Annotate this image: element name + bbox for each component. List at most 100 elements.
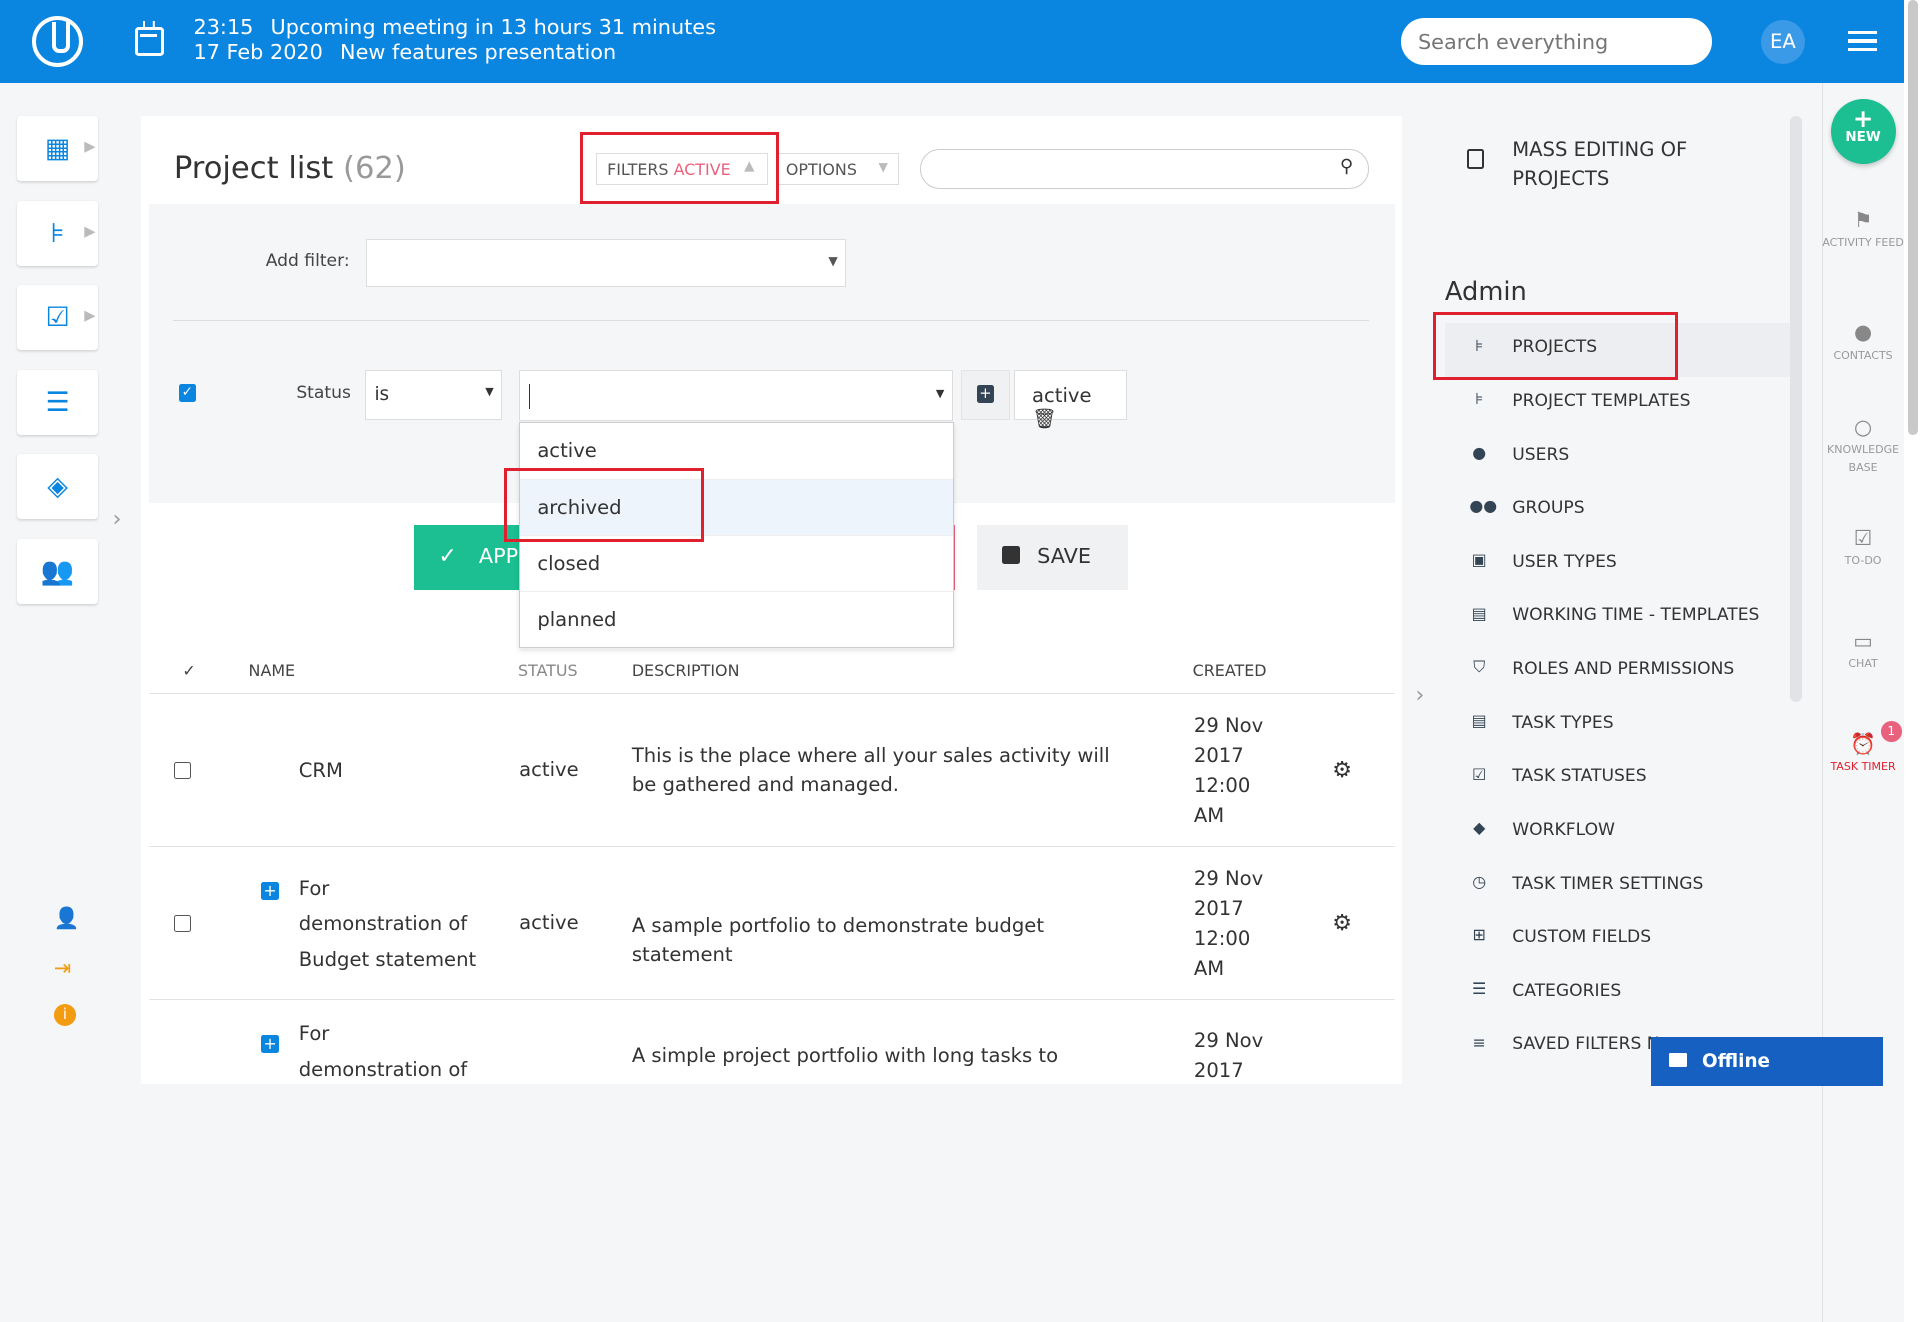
row-checkbox[interactable] bbox=[173, 761, 191, 779]
left-sidebar: ▦ ▶ ⊧ ▶ ☑ ▶ ☰ ◈ 👥 bbox=[17, 116, 100, 623]
project-status: active bbox=[519, 911, 579, 934]
selected-value-tag[interactable]: active 🗑 bbox=[1013, 369, 1127, 430]
status-filter-label: Status bbox=[296, 383, 351, 404]
column-name[interactable]: NAME bbox=[249, 661, 296, 680]
calendar-icon[interactable] bbox=[134, 21, 165, 57]
status-filter-checkbox[interactable]: ✓ bbox=[178, 384, 196, 402]
add-filter-select[interactable]: ▼ bbox=[366, 238, 847, 287]
activity-feed-button[interactable]: ⚑ ACTIVITY FEED bbox=[1822, 209, 1904, 253]
highlight-box-filters bbox=[580, 132, 779, 205]
project-list-card: Project list (62) FILTERS ACTIVE ▲ OPTION… bbox=[140, 116, 1403, 1086]
admin-item-custom-fields[interactable]: ⊞ CUSTOM FIELDS bbox=[1445, 913, 1790, 967]
project-created: 29 Nov 2017 12:00 AM bbox=[1193, 867, 1264, 981]
new-button[interactable]: + NEW bbox=[1830, 99, 1896, 165]
admin-item-workflow[interactable]: ◆ WORKFLOW bbox=[1445, 806, 1790, 860]
expand-icon[interactable]: + bbox=[260, 881, 280, 900]
column-created[interactable]: CREATED bbox=[1193, 661, 1267, 680]
envelope-icon bbox=[1668, 1053, 1688, 1067]
global-search-input[interactable] bbox=[1400, 18, 1712, 65]
admin-menu: ⊧ PROJECTS ⊧ PROJECT TEMPLATES ● USERS ●● GR… bbox=[1444, 323, 1791, 1074]
todo-button[interactable]: ☑ TO-DO bbox=[1822, 525, 1904, 571]
admin-item-task-timer[interactable]: ◷ TASK TIMER SETTINGS bbox=[1445, 860, 1790, 914]
avatar[interactable]: EA bbox=[1760, 19, 1805, 64]
quick-actions-bar bbox=[1822, 83, 1905, 1322]
copy-icon bbox=[1466, 149, 1485, 169]
list-search-input[interactable]: ⚲ bbox=[919, 149, 1369, 189]
options-button[interactable]: OPTIONS ▼ bbox=[776, 153, 899, 185]
expand-icon[interactable]: + bbox=[260, 1034, 280, 1054]
row-checkbox[interactable] bbox=[173, 914, 191, 932]
lightbulb-icon: ○ bbox=[1853, 414, 1873, 439]
dropbox-icon: ◈ bbox=[47, 471, 68, 503]
expand-sidebar-icon[interactable]: › bbox=[113, 507, 122, 532]
add-value-button[interactable]: + bbox=[961, 369, 1011, 420]
admin-item-roles[interactable]: ⛉ ROLES AND PERMISSIONS bbox=[1445, 645, 1790, 699]
menu-icon[interactable] bbox=[1847, 30, 1878, 53]
column-status[interactable]: STATUS bbox=[518, 661, 578, 680]
table-row[interactable]: CRM active This is the place where all y… bbox=[149, 694, 1395, 848]
add-filter-label: Add filter: bbox=[265, 250, 350, 271]
select-all-check[interactable]: ✓ bbox=[182, 661, 195, 680]
filter-icon: ≡ bbox=[1472, 1032, 1486, 1052]
sidebar-item-list[interactable]: ☰ bbox=[17, 369, 98, 435]
caret-down-icon: ▼ bbox=[935, 386, 945, 400]
users-icon: ●● bbox=[1469, 496, 1498, 516]
status-value-select[interactable]: ▼ bbox=[519, 369, 953, 422]
project-created: 29 Nov 2017 bbox=[1193, 1029, 1264, 1083]
chevron-right-icon: ▶ bbox=[84, 307, 96, 325]
table-row[interactable]: + For demonstration of Budget statement … bbox=[149, 847, 1395, 1001]
project-name[interactable]: CRM bbox=[299, 753, 483, 789]
dropdown-option-planned[interactable]: planned bbox=[520, 592, 953, 649]
upcoming-meeting[interactable]: 23:15 Upcoming meeting in 13 hours 31 min… bbox=[193, 15, 715, 66]
sidebar-item-dashboard[interactable]: ▦ ▶ bbox=[17, 116, 98, 182]
admin-item-groups[interactable]: ●● GROUPS bbox=[1445, 484, 1790, 538]
add-user-icon[interactable]: 👤 bbox=[54, 906, 80, 931]
knowledge-base-button[interactable]: ○ KNOWLEDGE BASE bbox=[1822, 414, 1904, 478]
admin-item-task-types[interactable]: ▤ TASK TYPES bbox=[1445, 699, 1790, 753]
contacts-button[interactable]: ● CONTACTS bbox=[1822, 322, 1904, 365]
column-description[interactable]: DESCRIPTION bbox=[632, 661, 740, 680]
top-bar: 23:15 Upcoming meeting in 13 hours 31 min… bbox=[0, 0, 1920, 84]
timer-badge: 1 bbox=[1880, 721, 1902, 743]
calendar-icon: ▤ bbox=[1471, 603, 1487, 623]
save-button[interactable]: SAVE bbox=[977, 525, 1128, 591]
chat-button[interactable]: ▭ CHAT bbox=[1822, 630, 1904, 674]
clipboard-check-icon: ☑ bbox=[45, 302, 70, 334]
gear-icon[interactable]: ⚙ bbox=[1332, 911, 1352, 936]
logo-icon[interactable] bbox=[31, 15, 84, 68]
project-created: 29 Nov 2017 12:00 AM bbox=[1193, 714, 1264, 828]
sidebar-item-projects[interactable]: ⊧ ▶ bbox=[17, 200, 98, 266]
admin-item-categories[interactable]: ☰ CATEGORIES bbox=[1445, 967, 1790, 1021]
sidebar-item-users[interactable]: 👥 bbox=[17, 538, 98, 604]
info-icon[interactable]: i bbox=[53, 1004, 76, 1027]
dropdown-option-closed[interactable]: closed bbox=[520, 536, 953, 593]
collapse-panel-icon[interactable]: › bbox=[1416, 683, 1425, 708]
admin-item-task-statuses[interactable]: ☑ TASK STATUSES bbox=[1445, 752, 1790, 806]
gear-icon[interactable]: ⚙ bbox=[1332, 758, 1352, 783]
check-icon: ✓ bbox=[438, 543, 457, 569]
sidebar-item-tasks[interactable]: ☑ ▶ bbox=[17, 285, 98, 351]
admin-item-users[interactable]: ● USERS bbox=[1445, 431, 1790, 485]
offline-chat-button[interactable]: Offline bbox=[1650, 1037, 1884, 1087]
admin-item-working-time[interactable]: ▤ WORKING TIME - TEMPLATES bbox=[1445, 591, 1790, 645]
project-name[interactable]: For demonstration of Budget statement bbox=[299, 871, 477, 978]
search-icon[interactable]: ⚲ bbox=[1340, 156, 1353, 177]
project-name[interactable]: For demonstration of bbox=[299, 1016, 477, 1086]
sidebar-item-dropbox[interactable]: ◈ bbox=[17, 454, 98, 520]
trash-icon[interactable]: 🗑 bbox=[1032, 407, 1057, 430]
admin-item-user-types[interactable]: ▣ USER TYPES bbox=[1445, 538, 1790, 592]
panel-scrollbar[interactable] bbox=[1790, 116, 1803, 702]
admin-item-project-templates[interactable]: ⊧ PROJECT TEMPLATES bbox=[1445, 377, 1790, 431]
clipboard-check-icon: ☑ bbox=[1853, 525, 1873, 550]
project-status: active bbox=[519, 757, 579, 781]
sign-in-icon[interactable]: ⇥ bbox=[54, 956, 80, 980]
status-operator-select[interactable]: is ▼ bbox=[364, 369, 503, 420]
text-cursor bbox=[528, 384, 530, 409]
project-description: This is the place where all your sales a… bbox=[631, 743, 1110, 797]
table-row[interactable]: + For demonstration of A simple project … bbox=[149, 1000, 1394, 1086]
page-scrollbar[interactable] bbox=[1904, 0, 1920, 1322]
mass-editing-link[interactable]: MASS EDITING OF PROJECTS bbox=[1466, 135, 1757, 194]
scrollbar-thumb[interactable] bbox=[1907, 0, 1918, 435]
list-icon: ☰ bbox=[1472, 979, 1487, 998]
save-icon bbox=[1001, 545, 1020, 564]
